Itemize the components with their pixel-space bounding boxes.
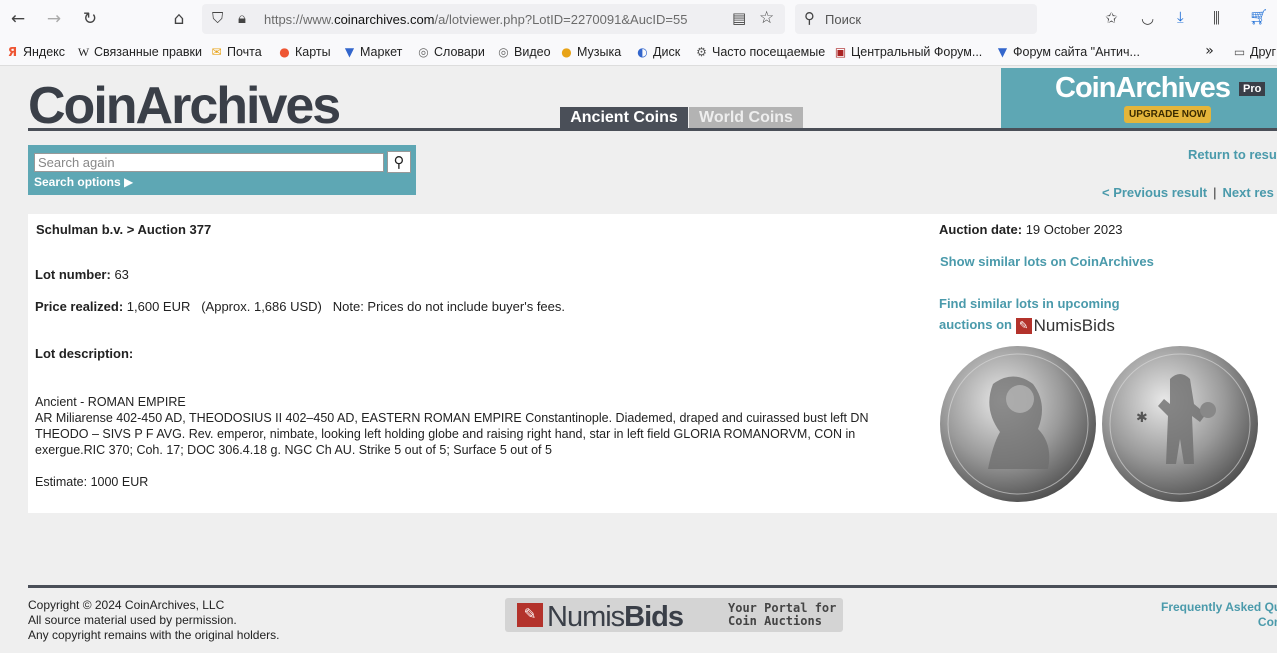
bookmark-music[interactable]: ● Музыка [560, 45, 621, 59]
bookmark-central-forum[interactable]: ▣ Центральный Форум... [834, 45, 982, 59]
next-result-link[interactable]: Next res [1223, 185, 1274, 200]
page: CoinArchives Ancient Coins World Coins C… [0, 66, 1277, 653]
bookmarks-overflow-chevron-icon[interactable]: » [1203, 44, 1216, 58]
coin-obverse [940, 346, 1096, 502]
search-input[interactable] [34, 153, 384, 172]
faq-link[interactable]: Frequently Asked Qu Con [1161, 600, 1277, 630]
description-text: AR Miliarense 402-450 AD, THEODOSIUS II … [35, 411, 869, 457]
auction-breadcrumb[interactable]: Schulman b.v. > Auction 377 [36, 222, 211, 237]
price-label: Price realized: [35, 299, 124, 314]
reload-icon[interactable]: ↻ [79, 8, 101, 30]
forum-icon: ▣ [834, 44, 847, 59]
site-logo[interactable]: CoinArchives [28, 76, 341, 136]
bookmark-other[interactable]: ▭ Друг [1233, 45, 1276, 59]
bookmarks-bar: Я Яндекс W Связанные правки ✉ Почта ● Карты … [0, 38, 1277, 66]
globe-icon: ◎ [418, 44, 429, 59]
pro-title: CoinArchives [1055, 72, 1231, 104]
library-icon[interactable]: ⫼ [1213, 11, 1220, 26]
estimate: Estimate: 1000 EUR [35, 475, 149, 489]
pro-banner[interactable]: CoinArchives Pro UPGRADE NOW [1001, 68, 1277, 128]
bookmark-dictionaries[interactable]: ◎ Словари [417, 45, 485, 59]
lot-description-label: Lot description: [35, 346, 134, 361]
download-icon[interactable]: ⤓ [1177, 10, 1184, 25]
auction-date-value: 19 October 2023 [1025, 222, 1123, 237]
bookmark-maps[interactable]: ● Карты [278, 44, 330, 59]
price-note: Note: Prices do not include buyer's fees… [332, 299, 566, 314]
numisbids-logo: ✎ NumisBids [1015, 315, 1115, 336]
yandex-icon: Я [7, 44, 18, 59]
cart-icon[interactable]: 🛒︎ [1249, 10, 1268, 25]
auction-date-row: Auction date: 19 October 2023 [939, 222, 1123, 237]
browser-search-placeholder: Поиск [825, 12, 862, 27]
numisbids-hammer-icon: ✎ [1015, 317, 1032, 334]
numisbids-wordmark: NumisBids [547, 601, 684, 633]
shield-icon[interactable]: ⛉ [212, 11, 223, 26]
return-to-results-link[interactable]: Return to resu [1188, 147, 1277, 162]
bookmark-market[interactable]: ▼ Маркет [343, 45, 402, 59]
lot-number-value: 63 [114, 267, 129, 282]
coin-reverse: ✱ [1102, 346, 1258, 502]
lot-number-label: Lot number: [35, 267, 111, 282]
price-value: 1,600 EUR [126, 299, 191, 314]
forum-icon: ▼ [997, 44, 1008, 59]
result-navigation: < Previous result | Next res [1102, 185, 1274, 200]
auction-date-label: Auction date: [939, 222, 1023, 237]
numisbids-footer-banner[interactable]: ✎ NumisBids Your Portal for Coin Auction… [505, 598, 843, 633]
wikipedia-icon: W [77, 44, 90, 59]
header-divider [28, 128, 1277, 131]
reader-view-icon[interactable]: ▤ [732, 11, 746, 26]
price-approx: (Approx. 1,686 USD) [201, 299, 322, 314]
url-text[interactable]: https://www.coinarchives.com/a/lotviewer… [264, 12, 726, 27]
lot-number-row: Lot number: 63 [35, 267, 129, 282]
search-icon: ⚲ [393, 153, 405, 171]
map-pin-icon: ● [279, 44, 290, 59]
footer-divider [28, 585, 1277, 588]
numisbids-hammer-icon: ✎ [517, 603, 543, 627]
folder-icon: ▭ [1233, 44, 1246, 59]
lot-description: Ancient - ROMAN EMPIRE AR Miliarense 402… [35, 394, 915, 458]
search-box: ⚲ Search options ▶ [28, 145, 416, 195]
numisbids-tagline: Your Portal for Coin Auctions [728, 601, 837, 628]
upgrade-now-button[interactable]: UPGRADE NOW [1124, 106, 1212, 123]
tab-world-coins[interactable]: World Coins [689, 107, 803, 129]
coin-image[interactable]: ✱ [938, 344, 1262, 504]
gear-icon: ⚙ [696, 44, 707, 59]
bookmark-antique-forum[interactable]: ▼ Форум сайта "Антич... [996, 45, 1140, 59]
find-similar-upcoming-link[interactable]: Find similar lots in upcoming auctions o… [939, 293, 1159, 336]
description-category: Ancient - ROMAN EMPIRE [35, 395, 186, 409]
lot-panel: Schulman b.v. > Auction 377 Lot number: … [28, 214, 1277, 513]
nav-separator: | [1213, 185, 1217, 200]
bookmark-disk[interactable]: ◐ Диск [636, 45, 680, 59]
globe-icon: ◎ [498, 44, 509, 59]
search-button[interactable]: ⚲ [387, 151, 411, 173]
price-row: Price realized: 1,600 EUR (Approx. 1,686… [35, 299, 565, 314]
back-arrow-icon[interactable]: ← [7, 8, 29, 30]
bookmark-mail[interactable]: ✉ Почта [210, 44, 261, 59]
bookmark-yandex[interactable]: Я Яндекс [6, 45, 65, 59]
svg-text:✱: ✱ [1136, 410, 1148, 426]
browser-toolbar: ← → ↻ ⌂ ⛉ 🔒︎ https://www.coinarchives.co… [0, 0, 1277, 38]
mail-icon: ✉ [211, 44, 222, 59]
forward-arrow-icon[interactable]: → [43, 8, 65, 30]
pocket-icon[interactable]: ◡ [1141, 11, 1154, 26]
tab-ancient-coins[interactable]: Ancient Coins [560, 107, 688, 129]
bookmark-related-edits[interactable]: W Связанные правки [77, 45, 202, 59]
pocket-save-icon[interactable]: ✩ [1105, 11, 1118, 26]
show-similar-lots-link[interactable]: Show similar lots on CoinArchives [940, 254, 1154, 269]
bookmark-video[interactable]: ◎ Видео [497, 44, 550, 59]
copyright: Copyright © 2024 CoinArchives, LLC All s… [28, 598, 280, 642]
search-icon: ⚲ [804, 9, 815, 27]
bookmark-most-visited[interactable]: ⚙ Часто посещаемые [695, 45, 825, 59]
music-icon: ● [561, 44, 572, 59]
pro-badge: Pro [1239, 82, 1266, 96]
lock-icon[interactable]: 🔒︎ [238, 11, 246, 26]
url-bar[interactable]: ⛉ 🔒︎ https://www.coinarchives.com/a/lotv… [202, 4, 785, 34]
previous-result-link[interactable]: < Previous result [1102, 185, 1207, 200]
market-icon: ▼ [344, 44, 355, 59]
home-icon[interactable]: ⌂ [168, 8, 190, 30]
disk-icon: ◐ [637, 44, 648, 59]
browser-search-bar[interactable]: ⚲ Поиск [795, 4, 1037, 34]
search-options-link[interactable]: Search options ▶ [34, 175, 133, 189]
bookmark-star-icon[interactable]: ☆ [759, 10, 774, 27]
